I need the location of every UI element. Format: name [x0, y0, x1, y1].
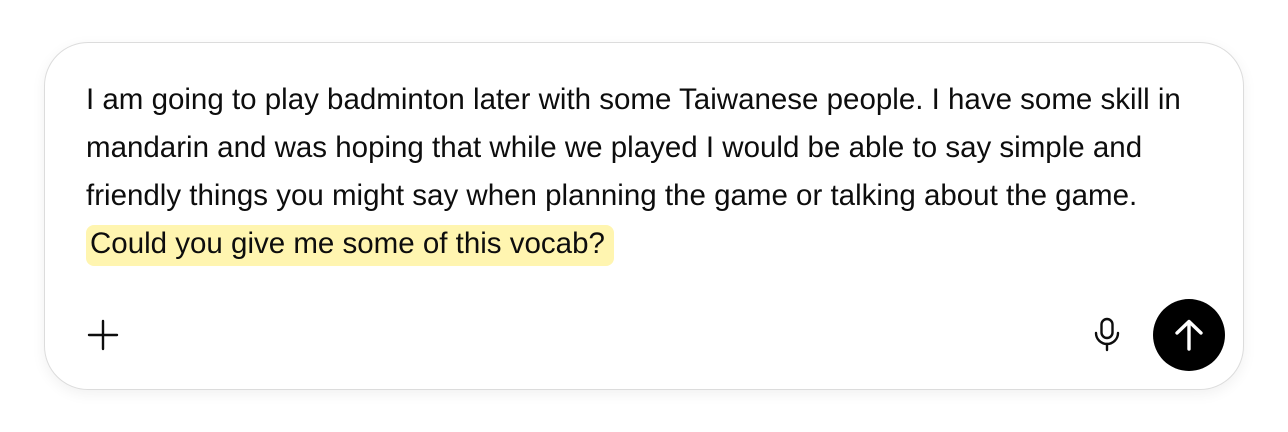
- send-button[interactable]: [1153, 299, 1225, 371]
- prompt-input[interactable]: I am going to play badminton later with …: [86, 76, 1206, 268]
- message-composer[interactable]: I am going to play badminton later with …: [44, 42, 1244, 390]
- plus-icon: [87, 319, 119, 351]
- voice-input-button[interactable]: [1087, 314, 1127, 356]
- prompt-text-plain: I am going to play badminton later with …: [86, 83, 1181, 212]
- prompt-text-highlighted: Could you give me some of this vocab?: [86, 225, 614, 266]
- arrow-up-icon: [1175, 319, 1203, 351]
- add-attachment-button[interactable]: [83, 315, 123, 355]
- microphone-icon: [1094, 317, 1120, 352]
